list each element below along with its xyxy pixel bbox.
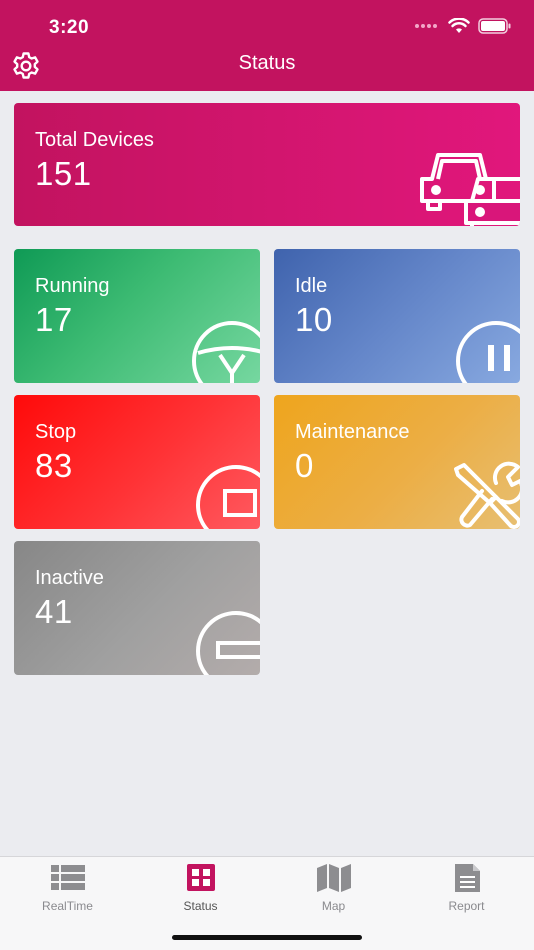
cars-icon <box>420 153 520 226</box>
status-bar: 3:20 <box>0 0 534 48</box>
list-icon <box>50 865 85 890</box>
inactive-label: Inactive <box>35 567 104 589</box>
inactive-value: 41 <box>35 593 73 630</box>
tools-icon <box>454 461 520 529</box>
stop-label: Stop <box>35 421 77 443</box>
maintenance-card[interactable]: Maintenance 0 <box>274 395 520 529</box>
status-time: 3:20 <box>49 17 90 38</box>
idle-value: 10 <box>295 301 333 338</box>
tab-report[interactable]: Report <box>400 863 533 921</box>
tab-status[interactable]: Status <box>134 863 267 921</box>
running-label: Running <box>35 275 110 297</box>
idle-label: Idle <box>295 275 328 297</box>
maintenance-label: Maintenance <box>295 421 410 443</box>
running-card[interactable]: Running 17 <box>14 249 260 383</box>
total-devices-label: Total Devices <box>35 129 154 151</box>
tab-map-label: Map <box>321 899 346 913</box>
steering-wheel-icon <box>192 321 260 383</box>
tab-report-label: Report <box>448 899 485 913</box>
tab-realtime-label: RealTime <box>42 899 93 913</box>
page-title: Status <box>238 52 296 74</box>
pause-icon <box>456 321 520 383</box>
stop-card[interactable]: Stop 83 <box>14 395 260 529</box>
tab-map[interactable]: Map <box>267 863 400 921</box>
battery-icon <box>478 18 511 34</box>
document-icon <box>454 864 480 892</box>
running-value: 17 <box>35 301 73 338</box>
inactive-card[interactable]: Inactive 41 <box>14 541 260 675</box>
stop-value: 83 <box>35 447 73 484</box>
maintenance-value: 0 <box>295 447 314 484</box>
minus-icon <box>196 611 260 675</box>
home-indicator <box>172 935 362 940</box>
grid-icon <box>186 864 215 891</box>
wifi-icon <box>448 18 470 33</box>
tab-realtime[interactable]: RealTime <box>1 863 134 921</box>
status-icons <box>414 18 512 34</box>
total-devices-card[interactable]: Total Devices 151 <box>14 103 520 226</box>
tab-status-label: Status <box>183 899 218 913</box>
app-header: 3:20 Status <box>0 0 534 91</box>
idle-card[interactable]: Idle 10 <box>274 249 520 383</box>
stop-icon <box>196 465 260 529</box>
signal-dots-icon <box>415 24 437 28</box>
map-icon <box>316 864 351 892</box>
total-devices-value: 151 <box>35 155 92 192</box>
